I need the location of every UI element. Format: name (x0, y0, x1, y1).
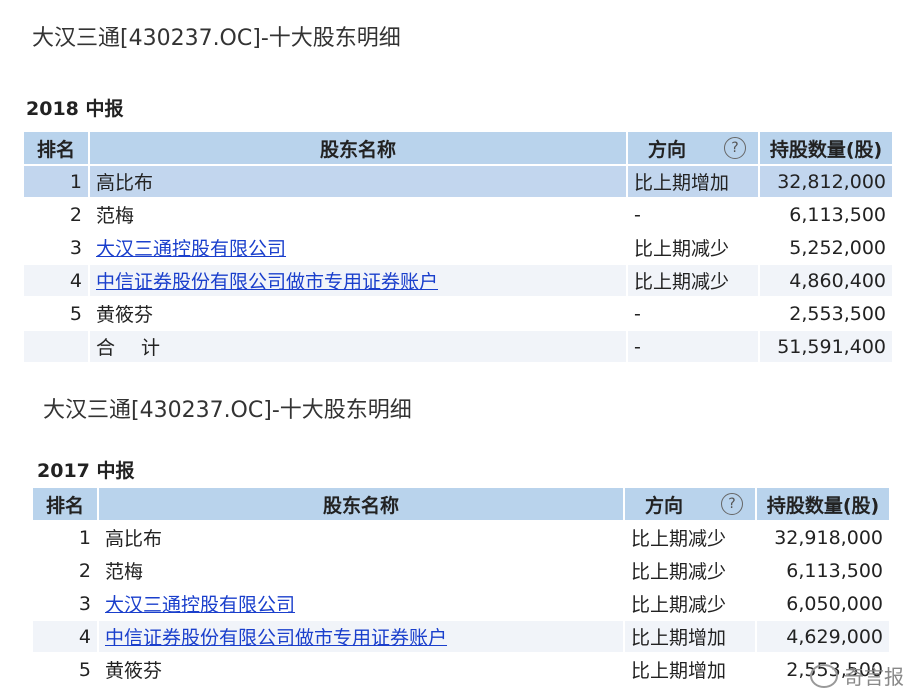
direction-label: 方向 (645, 494, 684, 517)
table-row[interactable]: 1 高比布 比上期增加 32,812,000 (24, 166, 894, 199)
rank-cell: 5 (24, 298, 90, 331)
direction-cell: 比上期增加 (625, 654, 757, 687)
shareholder-table: 排名 股东名称 方向? 持股数量(股) 1 高比布 比上期减少 32,918,0… (33, 488, 891, 687)
shares-cell: 4,629,000 (757, 621, 891, 654)
table-row[interactable]: 5 黄筱芬 比上期增加 2,553,500 (33, 654, 891, 687)
holder-name-cell: 大汉三通控股有限公司 (90, 232, 628, 265)
direction-cell: - (628, 331, 760, 364)
shares-cell: 6,113,500 (757, 555, 891, 588)
table-row[interactable]: 3 大汉三通控股有限公司 比上期减少 6,050,000 (33, 588, 891, 621)
shares-cell: 4,860,400 (760, 265, 894, 298)
wechat-icon (810, 663, 838, 688)
table-header-row: 排名 股东名称 方向? 持股数量(股) (33, 488, 891, 522)
total-shares-cell: 51,591,400 (760, 331, 894, 364)
column-header-direction[interactable]: 方向? (625, 488, 757, 522)
holder-name-cell: 大汉三通控股有限公司 (99, 588, 625, 621)
watermark: 奇言报 (810, 661, 904, 690)
table-header-row: 排名 股东名称 方向? 持股数量(股) (24, 132, 894, 166)
table-row[interactable]: 1 高比布 比上期减少 32,918,000 (33, 522, 891, 555)
holder-name-cell: 高比布 (90, 166, 628, 199)
holder-name-cell: 中信证券股份有限公司做市专用证券账户 (99, 621, 625, 654)
holder-name-cell: 黄筱芬 (99, 654, 625, 687)
table-row[interactable]: 2 范梅 - 6,113,500 (24, 199, 894, 232)
holder-name-cell: 中信证券股份有限公司做市专用证券账户 (90, 265, 628, 298)
rank-cell-empty (24, 331, 90, 364)
period-heading: 2017 中报 (37, 460, 135, 482)
table-row[interactable]: 3 大汉三通控股有限公司 比上期减少 5,252,000 (24, 232, 894, 265)
holder-link[interactable]: 大汉三通控股有限公司 (105, 594, 295, 616)
shares-cell: 6,050,000 (757, 588, 891, 621)
direction-cell: 比上期减少 (625, 522, 757, 555)
total-label: 合 计 (90, 331, 628, 364)
direction-cell: 比上期减少 (625, 588, 757, 621)
column-header-name[interactable]: 股东名称 (99, 488, 625, 522)
column-header-direction[interactable]: 方向? (628, 132, 760, 166)
page-title: 大汉三通[430237.OC]-十大股东明细 (43, 398, 412, 423)
help-icon[interactable]: ? (721, 493, 743, 515)
page-title: 大汉三通[430237.OC]-十大股东明细 (32, 26, 401, 51)
column-header-name[interactable]: 股东名称 (90, 132, 628, 166)
rank-cell: 1 (33, 522, 99, 555)
direction-cell: - (628, 298, 760, 331)
direction-label: 方向 (648, 138, 687, 161)
direction-cell: 比上期增加 (628, 166, 760, 199)
holder-link[interactable]: 中信证券股份有限公司做市专用证券账户 (105, 627, 447, 649)
rank-cell: 4 (24, 265, 90, 298)
holder-link[interactable]: 大汉三通控股有限公司 (96, 238, 286, 260)
column-header-rank[interactable]: 排名 (33, 488, 99, 522)
table-row[interactable]: 4 中信证券股份有限公司做市专用证券账户 比上期增加 4,629,000 (33, 621, 891, 654)
table-row[interactable]: 4 中信证券股份有限公司做市专用证券账户 比上期减少 4,860,400 (24, 265, 894, 298)
rank-cell: 1 (24, 166, 90, 199)
holder-name-cell: 高比布 (99, 522, 625, 555)
column-header-shares[interactable]: 持股数量(股) (760, 132, 894, 166)
holder-name-cell: 范梅 (90, 199, 628, 232)
total-row: 合 计 - 51,591,400 (24, 331, 894, 364)
help-icon[interactable]: ? (724, 137, 746, 159)
direction-cell: 比上期减少 (625, 555, 757, 588)
rank-cell: 3 (33, 588, 99, 621)
shares-cell: 32,918,000 (757, 522, 891, 555)
shares-cell: 32,812,000 (760, 166, 894, 199)
direction-cell: 比上期增加 (625, 621, 757, 654)
shares-cell: 5,252,000 (760, 232, 894, 265)
rank-cell: 2 (24, 199, 90, 232)
column-header-rank[interactable]: 排名 (24, 132, 90, 166)
rank-cell: 5 (33, 654, 99, 687)
holder-name-cell: 范梅 (99, 555, 625, 588)
period-heading: 2018 中报 (26, 98, 124, 120)
direction-cell: 比上期减少 (628, 232, 760, 265)
watermark-text: 奇言报 (844, 665, 904, 689)
direction-cell: 比上期减少 (628, 265, 760, 298)
shares-cell: 6,113,500 (760, 199, 894, 232)
shareholder-table: 排名 股东名称 方向? 持股数量(股) 1 高比布 比上期增加 32,812,0… (24, 132, 894, 364)
column-header-shares[interactable]: 持股数量(股) (757, 488, 891, 522)
rank-cell: 4 (33, 621, 99, 654)
rank-cell: 3 (24, 232, 90, 265)
holder-name-cell: 黄筱芬 (90, 298, 628, 331)
shares-cell: 2,553,500 (760, 298, 894, 331)
table-row[interactable]: 2 范梅 比上期减少 6,113,500 (33, 555, 891, 588)
holder-link[interactable]: 中信证券股份有限公司做市专用证券账户 (96, 271, 438, 293)
table-row[interactable]: 5 黄筱芬 - 2,553,500 (24, 298, 894, 331)
direction-cell: - (628, 199, 760, 232)
rank-cell: 2 (33, 555, 99, 588)
